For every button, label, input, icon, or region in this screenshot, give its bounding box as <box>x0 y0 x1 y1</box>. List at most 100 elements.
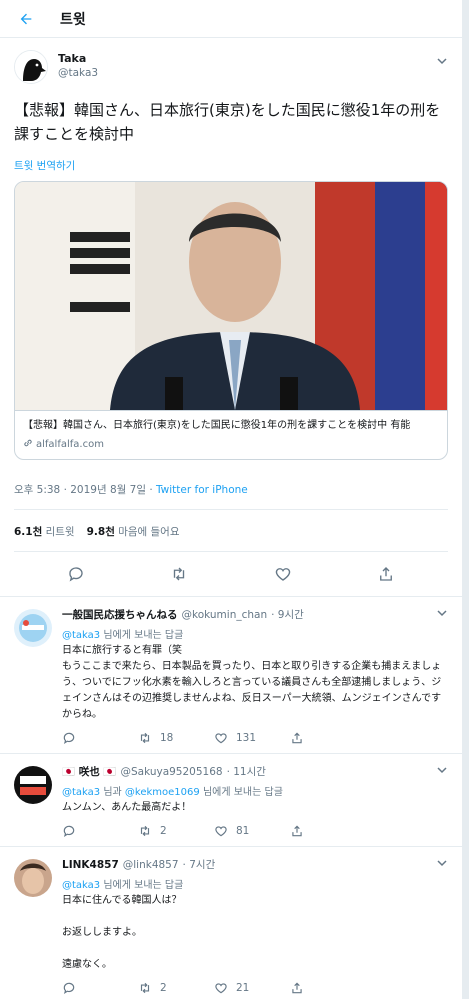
mention-link[interactable]: @taka3 <box>62 787 100 798</box>
likes-count: 9.8천 <box>86 526 115 538</box>
retweet-count: 2 <box>160 982 167 994</box>
share-action[interactable] <box>290 731 366 745</box>
reply-icon <box>62 824 76 838</box>
author-handle[interactable]: @taka3 <box>58 67 436 79</box>
reply-text: ムンムン、あんた最高だよ！ <box>62 802 192 813</box>
like-count: 131 <box>236 732 257 744</box>
japan-flag-icon: 🇯🇵 <box>62 766 76 778</box>
tweet-author: Taka @taka3 <box>14 50 448 90</box>
reply-author-handle[interactable]: @link4857 <box>123 859 179 871</box>
japan-flag-icon: 🇯🇵 <box>103 766 117 778</box>
reply-author-name[interactable]: 一般国民応援ちゃんねる <box>62 607 178 622</box>
reply-to: @taka3 님과 @kekmoe1069 님에게 보내는 답글 <box>62 783 448 798</box>
retweet-count: 18 <box>160 732 174 744</box>
main-tweet: Taka @taka3 【悲報】韓国さん、日本旅行(東京)をした国民に懲役1年の… <box>0 38 462 597</box>
retweet-icon <box>138 731 152 745</box>
heart-icon <box>214 824 228 838</box>
reply-author-handle[interactable]: @Sakuya95205168 <box>120 766 222 778</box>
likes-stat[interactable]: 9.8천 마음에 들어요 <box>87 524 180 539</box>
page-title: 트윗 <box>60 11 86 28</box>
share-icon <box>290 981 304 995</box>
heart-icon[interactable] <box>274 565 292 583</box>
reply-actions: 18 131 <box>62 731 448 745</box>
retweets-label: 리트윗 <box>45 526 75 538</box>
reply-to-suffix: 님에게 보내는 답글 <box>199 787 283 798</box>
heart-icon <box>214 731 228 745</box>
reply-action[interactable] <box>62 824 138 838</box>
retweets-count: 6.1천 <box>14 526 43 538</box>
reply-icon <box>62 981 76 995</box>
reply-author-name[interactable]: 🇯🇵 咲也 🇯🇵 <box>62 764 116 779</box>
tweet-meta: 오후 5:38 · 2019년 8월 7일 · Twitter for iPho… <box>14 482 448 510</box>
reply-icon <box>62 731 76 745</box>
avatar[interactable] <box>14 766 52 804</box>
retweet-action[interactable]: 2 <box>138 824 214 838</box>
share-icon <box>290 824 304 838</box>
reply-to-suffix: 님에게 보내는 답글 <box>100 630 184 641</box>
reply-to: @taka3 님에게 보내는 답글 <box>62 876 448 891</box>
share-icon <box>290 731 304 745</box>
reply-action[interactable] <box>62 981 138 995</box>
link-icon <box>23 438 33 451</box>
retweet-icon[interactable] <box>170 565 188 583</box>
mention-link[interactable]: @taka3 <box>62 880 100 891</box>
reply-time[interactable]: · 9시간 <box>271 607 304 622</box>
reply-tweet[interactable]: 🇯🇵 咲也 🇯🇵 @Sakuya95205168 · 11시간 @taka3 님… <box>0 754 462 847</box>
reply-text: 日本に旅行すると有罪（笑 もうここまで来たら、日本製品を買ったり、日本と取り引き… <box>62 645 442 720</box>
reply-to: @taka3 님에게 보내는 답글 <box>62 626 448 641</box>
retweet-count: 2 <box>160 825 167 837</box>
reply-tweet[interactable]: 一般国民応援ちゃんねる @kokumin_chan · 9시간 @taka3 님… <box>0 597 462 754</box>
mention-link[interactable]: @taka3 <box>62 630 100 641</box>
reply-actions: 2 81 <box>62 824 448 838</box>
like-action[interactable]: 131 <box>214 731 290 745</box>
heart-icon <box>214 981 228 995</box>
chevron-down-icon[interactable] <box>436 52 448 65</box>
avatar[interactable] <box>14 609 52 647</box>
reply-icon[interactable] <box>67 565 85 583</box>
retweet-icon <box>138 981 152 995</box>
author-name[interactable]: Taka <box>58 52 436 65</box>
share-action[interactable] <box>290 981 366 995</box>
tweet-page: 트윗 Taka @taka3 【悲報】韓国さん、日本旅行(東京)をした国民に懲役… <box>0 0 463 999</box>
retweets-stat[interactable]: 6.1천 리트윗 <box>14 524 75 539</box>
tweet-timestamp[interactable]: 오후 5:38 · 2019년 8월 7일 · <box>14 484 156 496</box>
reply-action[interactable] <box>62 731 138 745</box>
reply-actions: 2 21 <box>62 981 448 995</box>
like-action[interactable]: 21 <box>214 981 290 995</box>
card-image <box>15 182 447 410</box>
reply-text: 日本に住んでる韓国人は？ お返ししますよ。 遠慮なく。 <box>62 895 182 970</box>
tweet-text: 【悲報】韓国さん、日本旅行(東京)をした国民に懲役1年の刑を課すことを検討中 <box>14 101 441 143</box>
card-domain: alfalfalfa.com <box>23 438 439 451</box>
retweet-icon <box>138 824 152 838</box>
card-domain-text: alfalfalfa.com <box>36 439 104 450</box>
chevron-down-icon[interactable] <box>436 607 448 622</box>
back-arrow-icon[interactable] <box>14 7 38 31</box>
reply-tweet[interactable]: LINK4857 @link4857 · 7시간 @taka3 님에게 보내는 … <box>0 847 462 999</box>
avatar[interactable] <box>14 859 52 897</box>
avatar[interactable] <box>14 50 48 84</box>
reply-author-handle[interactable]: @kokumin_chan <box>182 609 268 621</box>
like-count: 21 <box>236 982 250 994</box>
tweet-actions <box>14 552 448 596</box>
mention-link[interactable]: @kekmoe1069 <box>125 787 200 798</box>
link-card[interactable]: 【悲報】韓国さん、日本旅行(東京)をした国民に懲役1年の刑を課すことを検討中 有… <box>14 181 448 460</box>
reply-to-mid: 님과 <box>100 787 125 798</box>
chevron-down-icon[interactable] <box>436 857 448 872</box>
likes-label: 마음에 들어요 <box>118 526 180 538</box>
card-title: 【悲報】韓国さん、日本旅行(東京)をした国民に懲役1年の刑を課すことを検討中 有… <box>23 420 411 431</box>
tweet-stats: 6.1천 리트윗 9.8천 마음에 들어요 <box>14 510 448 552</box>
reply-author-name[interactable]: LINK4857 <box>62 859 119 871</box>
share-icon[interactable] <box>377 565 395 583</box>
tweet-source[interactable]: Twitter for iPhone <box>156 484 248 496</box>
reply-to-suffix: 님에게 보내는 답글 <box>100 880 184 891</box>
reply-time[interactable]: · 11시간 <box>227 764 266 779</box>
chevron-down-icon[interactable] <box>436 764 448 779</box>
like-action[interactable]: 81 <box>214 824 290 838</box>
like-count: 81 <box>236 825 250 837</box>
retweet-action[interactable]: 18 <box>138 731 214 745</box>
retweet-action[interactable]: 2 <box>138 981 214 995</box>
share-action[interactable] <box>290 824 366 838</box>
reply-time[interactable]: · 7시간 <box>183 857 216 872</box>
card-body: 【悲報】韓国さん、日本旅行(東京)をした国民に懲役1年の刑を課すことを検討中 有… <box>15 410 447 459</box>
translate-link[interactable]: 트윗 번역하기 <box>14 158 448 173</box>
